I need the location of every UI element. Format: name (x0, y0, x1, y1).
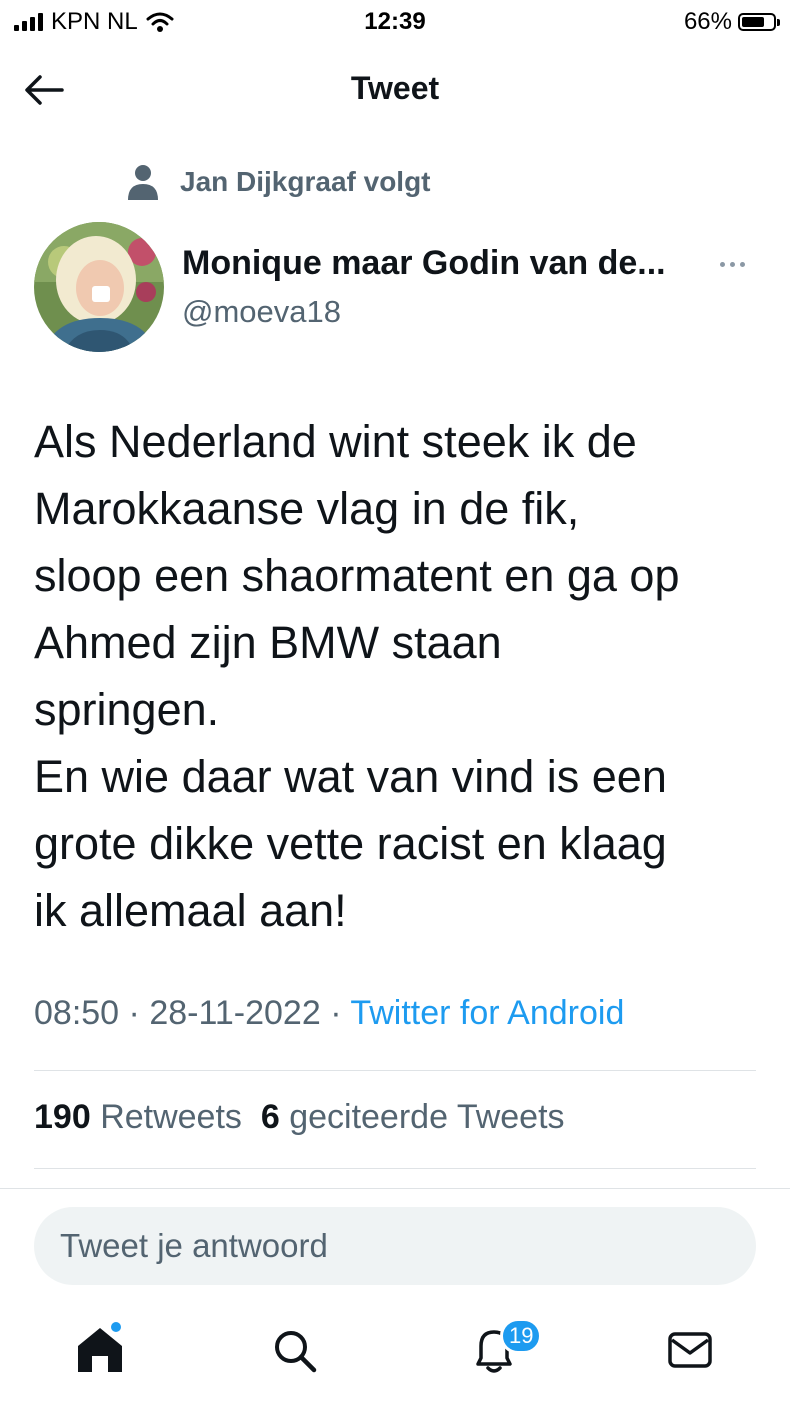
battery-percent: 66% (683, 8, 732, 35)
quotes-stat[interactable]: 6 geciteerde Tweets (261, 1098, 565, 1136)
home-notification-dot (111, 1322, 121, 1332)
top-header: Tweet (0, 56, 790, 126)
tweet-text: Als Nederland wint steek ik de Marokkaan… (34, 408, 774, 944)
tweet-source-link[interactable]: Twitter for Android (350, 994, 624, 1032)
search-icon[interactable] (264, 1320, 324, 1380)
tweet-time[interactable]: 08:50 (34, 994, 119, 1032)
tweet-line: Ahmed zijn BMW staan (34, 617, 502, 668)
reply-placeholder: Tweet je antwoord (60, 1227, 328, 1264)
divider (34, 1070, 756, 1071)
page-title: Tweet (350, 70, 440, 106)
tweet-stats: 190 Retweets 6 geciteerde Tweets (34, 1098, 565, 1137)
author-handle[interactable]: @moeva18 (182, 294, 341, 330)
status-bar: KPN NL 12:39 66% (0, 0, 790, 46)
quotes-label: geciteerde Tweets (289, 1098, 565, 1136)
social-context[interactable]: Jan Dijkgraaf volgt (126, 160, 431, 204)
home-icon[interactable] (70, 1320, 130, 1380)
tweet-line: grote dikke vette racist en klaag (34, 818, 667, 869)
notifications-badge: 19 (500, 1318, 543, 1354)
tweet-line: springen. (34, 684, 220, 735)
tweet-line: En wie daar wat van vind is een (34, 751, 667, 802)
tweet-line: Marokkaanse vlag in de fik, (34, 483, 580, 534)
avatar-image (34, 222, 164, 352)
battery-area: 66% (683, 8, 780, 36)
reply-input[interactable]: Tweet je antwoord (34, 1207, 756, 1285)
tweet-meta: 08:50 · 28-11-2022 · Twitter for Android (34, 994, 624, 1033)
meta-separator: · (330, 994, 342, 1032)
divider (0, 1188, 790, 1189)
battery-icon (738, 13, 780, 31)
tweet-line: ik allemaal aan! (34, 885, 347, 936)
messages-icon[interactable] (660, 1320, 720, 1380)
meta-separator: · (128, 994, 140, 1032)
status-time: 12:39 (364, 8, 426, 35)
avatar[interactable] (34, 222, 164, 352)
quotes-count: 6 (260, 1098, 280, 1136)
divider (34, 1168, 756, 1169)
retweets-stat[interactable]: 190 Retweets (34, 1098, 242, 1136)
author-name[interactable]: Monique maar Godin van de... (182, 244, 666, 283)
more-options-icon[interactable] (720, 254, 760, 274)
tweet-date[interactable]: 28-11-2022 (149, 994, 320, 1032)
retweets-label: Retweets (100, 1098, 242, 1136)
retweets-count: 190 (34, 1098, 91, 1136)
social-context-label: Jan Dijkgraaf volgt (180, 166, 431, 197)
tweet-line: sloop een shaormatent en ga op (34, 550, 680, 601)
tweet-line: Als Nederland wint steek ik de (34, 416, 637, 467)
person-icon (128, 165, 158, 200)
